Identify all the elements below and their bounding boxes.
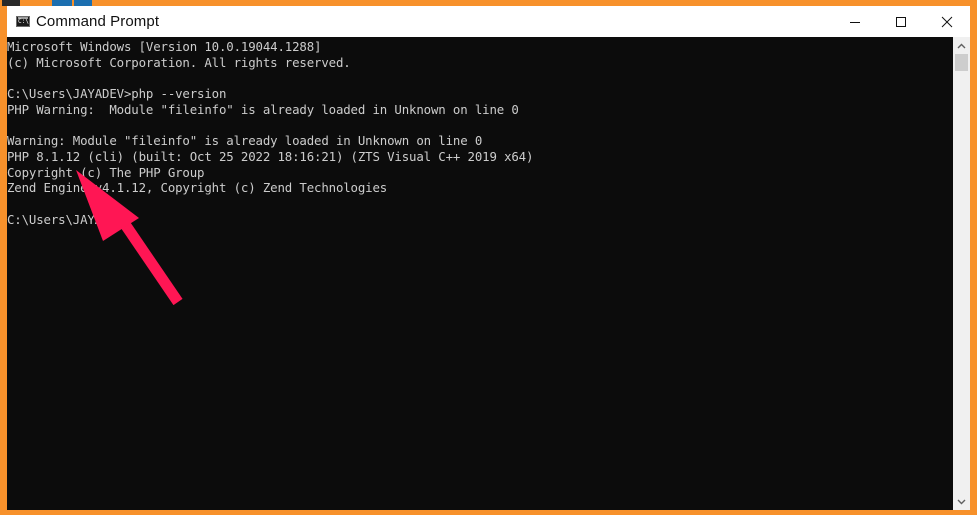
- console-line: Copyright (c) The PHP Group: [7, 164, 205, 180]
- command-prompt-window: Command Prompt Microsoft Windows [Versio…: [7, 6, 970, 510]
- scroll-down-button[interactable]: [953, 493, 970, 510]
- close-icon: [941, 16, 953, 27]
- close-button[interactable]: [924, 6, 970, 37]
- chevron-up-icon: [957, 43, 966, 48]
- vertical-scrollbar[interactable]: [953, 37, 970, 510]
- scroll-up-button[interactable]: [953, 37, 970, 54]
- console-line: C:\Users\JAYADEV>php --version: [7, 86, 227, 102]
- console-line: PHP Warning: Module "fileinfo" is alread…: [7, 101, 519, 117]
- console-line: PHP 8.1.12 (cli) (built: Oct 25 2022 18:…: [7, 148, 534, 164]
- minimize-icon: [850, 21, 860, 23]
- console-line: Microsoft Windows [Version 10.0.19044.12…: [7, 39, 322, 54]
- console-line: Zend Engine v4.1.12, Copyright (c) Zend …: [7, 180, 388, 196]
- cmd-icon: [16, 16, 30, 27]
- minimize-button[interactable]: [832, 6, 878, 37]
- console-output[interactable]: Microsoft Windows [Version 10.0.19044.12…: [7, 37, 953, 510]
- maximize-icon: [896, 16, 906, 27]
- maximize-button[interactable]: [878, 6, 924, 37]
- window-title: Command Prompt: [36, 13, 160, 30]
- chevron-down-icon: [957, 499, 966, 504]
- window-controls: [832, 6, 970, 37]
- title-bar[interactable]: Command Prompt: [7, 6, 970, 37]
- console-line: Warning: Module "fileinfo" is already lo…: [7, 133, 483, 149]
- console-line: (c) Microsoft Corporation. All rights re…: [7, 54, 351, 70]
- scroll-thumb[interactable]: [955, 54, 968, 71]
- command-prompt-line[interactable]: C:\Users\JAYADEV>: [7, 212, 953, 228]
